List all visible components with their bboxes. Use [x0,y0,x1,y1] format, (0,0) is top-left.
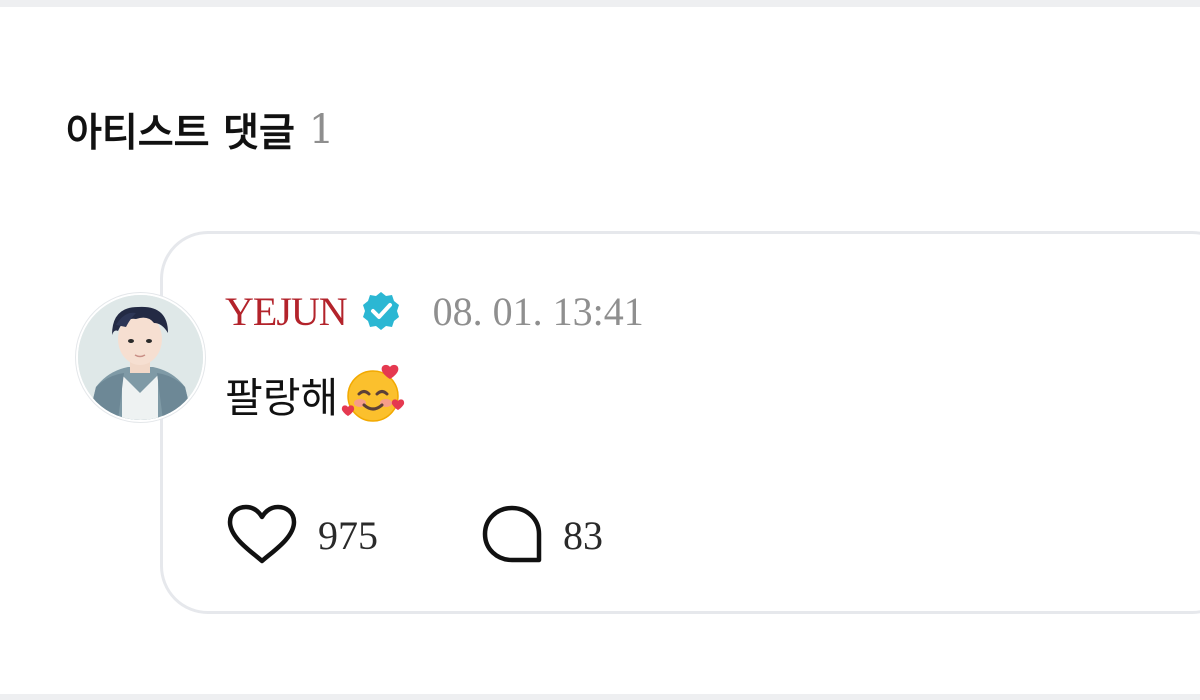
section-header: 아티스트 댓글 1 [66,100,334,160]
reply-button[interactable]: 83 [481,504,603,566]
bottom-divider [0,694,1200,700]
verified-badge-icon [359,289,403,333]
section-title: 아티스트 댓글 [66,111,295,156]
comment-timestamp: 08. 01. 13:41 [432,288,644,334]
reply-count: 83 [563,512,603,558]
comment-count: 1 [308,107,335,153]
comment-text: 팔랑해 [225,374,339,422]
comment-header: YEJUN 08. 01. 13:41 [225,287,644,335]
avatar-illustration [78,295,203,420]
comment-body: 팔랑해 [225,364,406,424]
heart-icon [226,504,298,566]
like-count: 975 [318,512,378,558]
like-button[interactable]: 975 [226,504,378,566]
comment-actions: 975 83 [226,504,603,566]
smiling-face-with-hearts-icon [340,361,406,427]
author-name[interactable]: YEJUN [225,288,348,335]
avatar[interactable] [76,293,205,422]
top-divider [0,0,1200,7]
speech-bubble-icon [481,504,543,566]
